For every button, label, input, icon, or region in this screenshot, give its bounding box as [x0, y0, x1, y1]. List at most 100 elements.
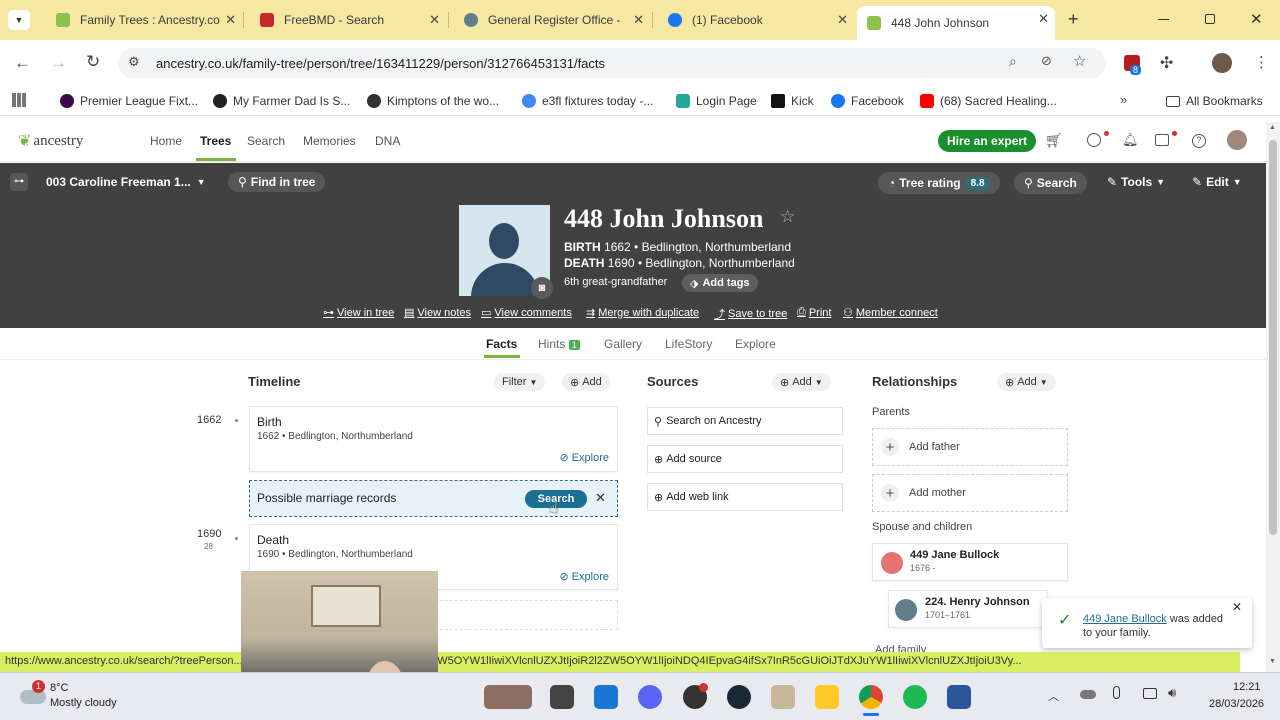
cart-icon[interactable]: 🛒︎: [1045, 132, 1063, 149]
bookmark-kick[interactable]: Kick: [771, 92, 814, 110]
bison-app-icon[interactable]: [484, 685, 532, 709]
member-connect-link[interactable]: ⚇ Member connect: [843, 306, 938, 320]
nav-trees[interactable]: Trees: [200, 134, 231, 148]
help-icon[interactable]: ?: [1192, 134, 1206, 148]
discord-icon[interactable]: [638, 685, 662, 709]
nav-home[interactable]: Home: [150, 134, 182, 148]
tree-pedigree-icon[interactable]: ⊶: [10, 173, 28, 191]
notifications-bell-icon[interactable]: 🔔︎: [1122, 132, 1139, 148]
death-explore-link[interactable]: ⊘ Explore: [559, 570, 609, 584]
apps-grid-icon[interactable]: [12, 93, 26, 107]
clock-time[interactable]: 12:21: [1233, 681, 1261, 693]
new-tab-button[interactable]: +: [1068, 9, 1079, 30]
tab-facts[interactable]: Facts: [486, 337, 517, 351]
tools-menu[interactable]: ✎ Tools ▼: [1107, 172, 1165, 192]
tab-search-dropdown-icon[interactable]: ▼: [8, 10, 30, 30]
bookmark-farmer-dad[interactable]: My Farmer Dad Is S...: [213, 92, 350, 110]
timeline-add-button[interactable]: ⊕ Add: [562, 373, 610, 391]
ancestry-logo[interactable]: ❦ ancestry: [18, 131, 83, 151]
browser-tab-ancestry[interactable]: Family Trees : Ancestry.co ✕: [46, 7, 242, 33]
outlook-icon[interactable]: [594, 685, 618, 709]
add-father-button[interactable]: + Add father: [872, 428, 1068, 466]
url-text[interactable]: ancestry.co.uk/family-tree/person/tree/1…: [156, 56, 605, 71]
add-web-link-button[interactable]: ⊕ Add web link: [647, 483, 843, 511]
favorite-star-icon[interactable]: ☆: [780, 207, 795, 227]
nav-search[interactable]: Search: [247, 134, 285, 148]
address-bar[interactable]: ⚙ ancestry.co.uk/family-tree/person/tree…: [118, 48, 1106, 78]
scroll-down-icon[interactable]: ▼: [1269, 658, 1276, 665]
nav-dna[interactable]: DNA: [375, 134, 400, 148]
relationships-add-button[interactable]: ⊕ Add ▼: [997, 373, 1056, 391]
marriage-hint-card[interactable]: Possible marriage records Search ✕: [249, 480, 618, 517]
bookmark-facebook[interactable]: Facebook: [831, 92, 904, 110]
tab-explore[interactable]: Explore: [735, 337, 776, 351]
minimize-window-icon[interactable]: [1158, 19, 1169, 20]
bookmark-star-icon[interactable]: ☆: [1073, 52, 1086, 70]
browser-tab-facebook[interactable]: (1) Facebook ✕: [658, 7, 854, 33]
camera-icon[interactable]: ◙: [531, 277, 553, 299]
save-to-tree-link[interactable]: ⤴ Save to tree: [714, 306, 787, 322]
child-card[interactable]: 224. Henry Johnson 1701–1761: [888, 590, 1048, 628]
folder-icon[interactable]: [815, 685, 839, 709]
word-app-icon[interactable]: [947, 685, 971, 709]
messages-icon[interactable]: [1155, 134, 1169, 146]
close-tab-icon[interactable]: ✕: [1038, 11, 1049, 27]
volume-icon[interactable]: 🔊︎: [1168, 685, 1176, 701]
add-mother-button[interactable]: + Add mother: [872, 474, 1068, 512]
user-avatar[interactable]: [1227, 130, 1247, 150]
bookmark-login-page[interactable]: Login Page: [676, 92, 757, 110]
view-in-tree-link[interactable]: ⊶ View in tree: [323, 306, 394, 320]
close-tab-icon[interactable]: ✕: [429, 12, 440, 28]
bookmark-kimptons[interactable]: Kimptons of the wo...: [367, 92, 499, 110]
forward-icon[interactable]: →: [50, 53, 67, 73]
hire-expert-button[interactable]: Hire an expert: [938, 130, 1037, 152]
onedrive-cloud-icon[interactable]: [1080, 690, 1096, 699]
view-comments-link[interactable]: ▭ View comments: [481, 306, 572, 320]
back-icon[interactable]: ←: [14, 53, 31, 73]
view-notes-link[interactable]: ▤ View notes: [404, 306, 471, 320]
search-button[interactable]: ⚲ Search: [1014, 172, 1087, 194]
toast-close-icon[interactable]: ✕: [1232, 600, 1242, 614]
close-tab-icon[interactable]: ✕: [837, 12, 848, 28]
extensions-puzzle-icon[interactable]: ✣: [1160, 53, 1173, 73]
toast-person-link[interactable]: 449 Jane Bullock: [1083, 613, 1167, 625]
close-tab-icon[interactable]: ✕: [225, 12, 236, 28]
weather-widget[interactable]: 1 8°C Mostly cloudy: [18, 680, 158, 714]
browser-tab-freebmd[interactable]: FreeBMD - Search ✕: [250, 7, 446, 33]
scroll-up-icon[interactable]: ▲: [1269, 124, 1276, 131]
chrome-icon[interactable]: [859, 685, 883, 709]
more-bookmarks-chevron-icon[interactable]: »: [1120, 92, 1127, 107]
profile-avatar[interactable]: [1212, 53, 1232, 73]
page-scrollbar[interactable]: ▲ ▼: [1266, 122, 1280, 672]
file-explorer-black-icon[interactable]: [550, 685, 574, 709]
sources-add-button[interactable]: ⊕ Add ▼: [772, 373, 831, 391]
tray-overflow-chevron-icon[interactable]: ︿: [1048, 688, 1059, 704]
merge-duplicate-link[interactable]: ⇉ Merge with duplicate: [586, 306, 699, 320]
add-family-link[interactable]: Add family: [875, 644, 926, 652]
hints-leaf-icon[interactable]: [1087, 133, 1101, 147]
browser-tab-gro[interactable]: General Register Office - ✕: [454, 7, 650, 33]
timeline-filter-button[interactable]: Filter ▼: [494, 373, 546, 391]
game-app-icon[interactable]: [771, 685, 795, 709]
dismiss-close-icon[interactable]: ✕: [595, 490, 606, 506]
zoom-icon[interactable]: ⌕: [1009, 53, 1017, 70]
birth-event-card[interactable]: Birth 1662 • Bedlington, Northumberland …: [249, 406, 618, 472]
restore-window-icon[interactable]: [1205, 14, 1215, 24]
bookmark-e3fl[interactable]: e3fl fixtures today -...: [522, 92, 653, 110]
clock-date[interactable]: 28/03/2026: [1209, 698, 1264, 710]
tree-rating-button[interactable]: ◔ Tree rating 8.8: [878, 172, 1000, 194]
bookmark-premier-league[interactable]: Premier League Fixt...: [60, 92, 198, 110]
birth-explore-link[interactable]: ⊘ Explore: [559, 451, 609, 465]
site-info-icon[interactable]: ⚙: [128, 54, 140, 70]
search-on-ancestry-button[interactable]: ⚲ Search on Ancestry: [647, 407, 843, 435]
add-source-button[interactable]: ⊕ Add source: [647, 445, 843, 473]
spotify-icon[interactable]: [903, 685, 927, 709]
spouse-card[interactable]: 449 Jane Bullock 1676 -: [872, 543, 1068, 581]
steam-icon[interactable]: [727, 685, 751, 709]
bookmark-sacred-healing[interactable]: (68) Sacred Healing...: [920, 92, 1057, 110]
all-bookmarks-button[interactable]: All Bookmarks: [1166, 92, 1263, 110]
browser-tab-john-johnson[interactable]: 448 John Johnson ✕: [857, 6, 1055, 40]
tree-selector[interactable]: 003 Caroline Freeman 1... ▼: [46, 172, 206, 192]
browser-menu-icon[interactable]: ⋮: [1254, 53, 1269, 71]
find-in-tree-button[interactable]: ⚲ Find in tree: [228, 172, 326, 192]
